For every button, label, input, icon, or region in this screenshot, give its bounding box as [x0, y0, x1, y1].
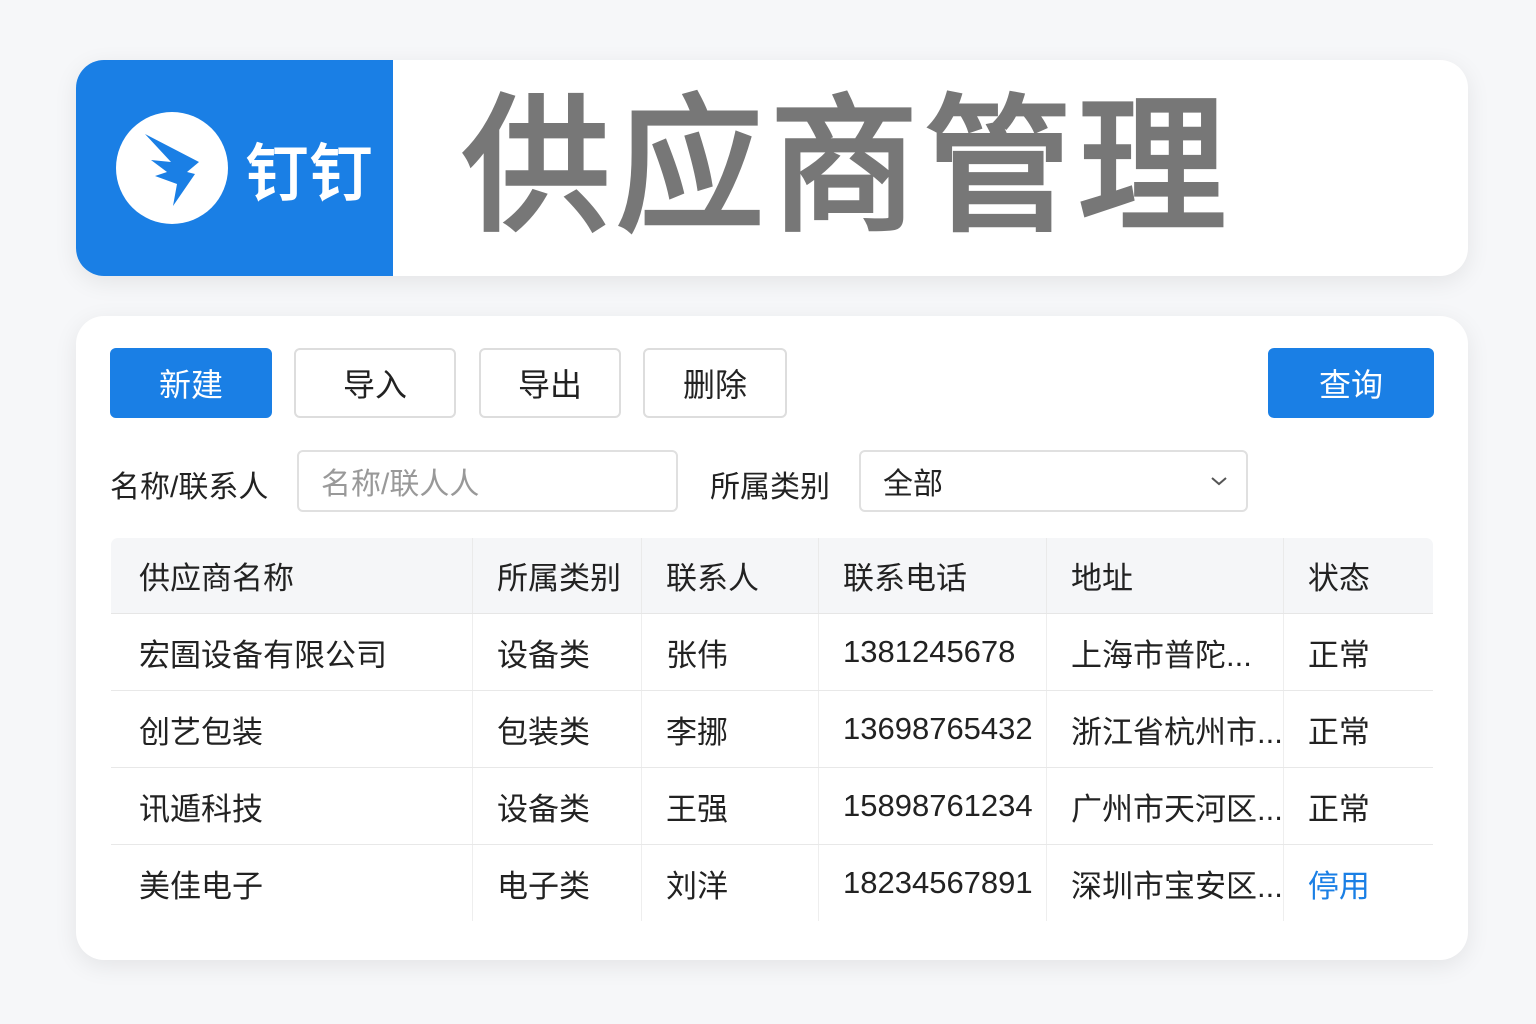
cell-address: 广州市天河区... — [1046, 767, 1284, 845]
table-row[interactable]: 宏圄设备有限公司 设备类 张伟 1381245678 上海市普陀... 正常 — [111, 613, 1433, 691]
cell-status: 正常 — [1283, 613, 1433, 691]
new-button[interactable]: 新建 — [110, 348, 272, 418]
cell-supplier-name: 讯遁科技 — [111, 767, 473, 845]
name-filter-input[interactable]: 名称/联人人 — [297, 450, 678, 512]
column-header[interactable]: 联系电话 — [818, 538, 1047, 614]
table-row[interactable]: 美佳电子 电子类 刘洋 18234567891 深圳市宝安区... 停用 — [111, 844, 1433, 921]
cell-status: 正常 — [1283, 767, 1433, 845]
cell-category: 设备类 — [472, 613, 642, 691]
supplier-table: 供应商名称 所属类别 联系人 联系电话 地址 状态 宏圄设备有限公司 设备类 张伟 1… — [110, 537, 1434, 922]
delete-button[interactable]: 删除 — [643, 348, 787, 418]
cell-phone: 15898761234 — [818, 767, 1047, 845]
cell-supplier-name: 宏圄设备有限公司 — [111, 613, 473, 691]
name-filter-label: 名称/联系人 — [110, 471, 269, 504]
category-select-value: 全部 — [883, 468, 943, 501]
cell-category: 设备类 — [472, 767, 642, 845]
column-header[interactable]: 地址 — [1046, 538, 1284, 614]
cell-phone: 1381245678 — [818, 613, 1047, 691]
category-filter-label: 所属类别 — [710, 471, 830, 504]
cell-contact: 王强 — [641, 767, 819, 845]
table-header-row: 供应商名称 所属类别 联系人 联系电话 地址 状态 — [111, 538, 1433, 614]
column-header[interactable]: 状态 — [1283, 538, 1433, 614]
cell-contact: 李挪 — [641, 690, 819, 768]
cell-status: 停用 — [1283, 844, 1433, 921]
main-card: 新建 导入 导出 删除 查询 名称/联系人 名称/联人人 所属类别 全部 供应商… — [76, 316, 1468, 960]
column-header[interactable]: 供应商名称 — [111, 538, 473, 614]
cell-supplier-name: 创艺包装 — [111, 690, 473, 768]
dingtalk-wing-icon — [116, 112, 228, 224]
cell-address: 深圳市宝安区... — [1046, 844, 1284, 921]
query-button[interactable]: 查询 — [1268, 348, 1434, 418]
export-button[interactable]: 导出 — [479, 348, 621, 418]
cell-contact: 张伟 — [641, 613, 819, 691]
import-button[interactable]: 导入 — [294, 348, 456, 418]
header-card: 钉钉 供应商管理 — [76, 60, 1468, 276]
chevron-down-icon — [1211, 477, 1227, 486]
cell-supplier-name: 美佳电子 — [111, 844, 473, 921]
column-header[interactable]: 联系人 — [641, 538, 819, 614]
cell-category: 电子类 — [472, 844, 642, 921]
cell-category: 包装类 — [472, 690, 642, 768]
cell-phone: 18234567891 — [818, 844, 1047, 921]
category-select[interactable]: 全部 — [859, 450, 1248, 512]
cell-phone: 13698765432 — [818, 690, 1047, 768]
table-row[interactable]: 创艺包装 包装类 李挪 13698765432 浙江省杭州市... 正常 — [111, 690, 1433, 768]
cell-address: 浙江省杭州市... — [1046, 690, 1284, 768]
table-row[interactable]: 讯遁科技 设备类 王强 15898761234 广州市天河区... 正常 — [111, 767, 1433, 845]
brand-name: 钉钉 — [246, 140, 375, 209]
page-title: 供应商管理 — [462, 85, 1232, 250]
cell-contact: 刘洋 — [641, 844, 819, 921]
column-header[interactable]: 所属类别 — [472, 538, 642, 614]
cell-address: 上海市普陀... — [1046, 613, 1284, 691]
cell-status: 正常 — [1283, 690, 1433, 768]
dingtalk-logo: 钉钉 — [76, 60, 393, 276]
